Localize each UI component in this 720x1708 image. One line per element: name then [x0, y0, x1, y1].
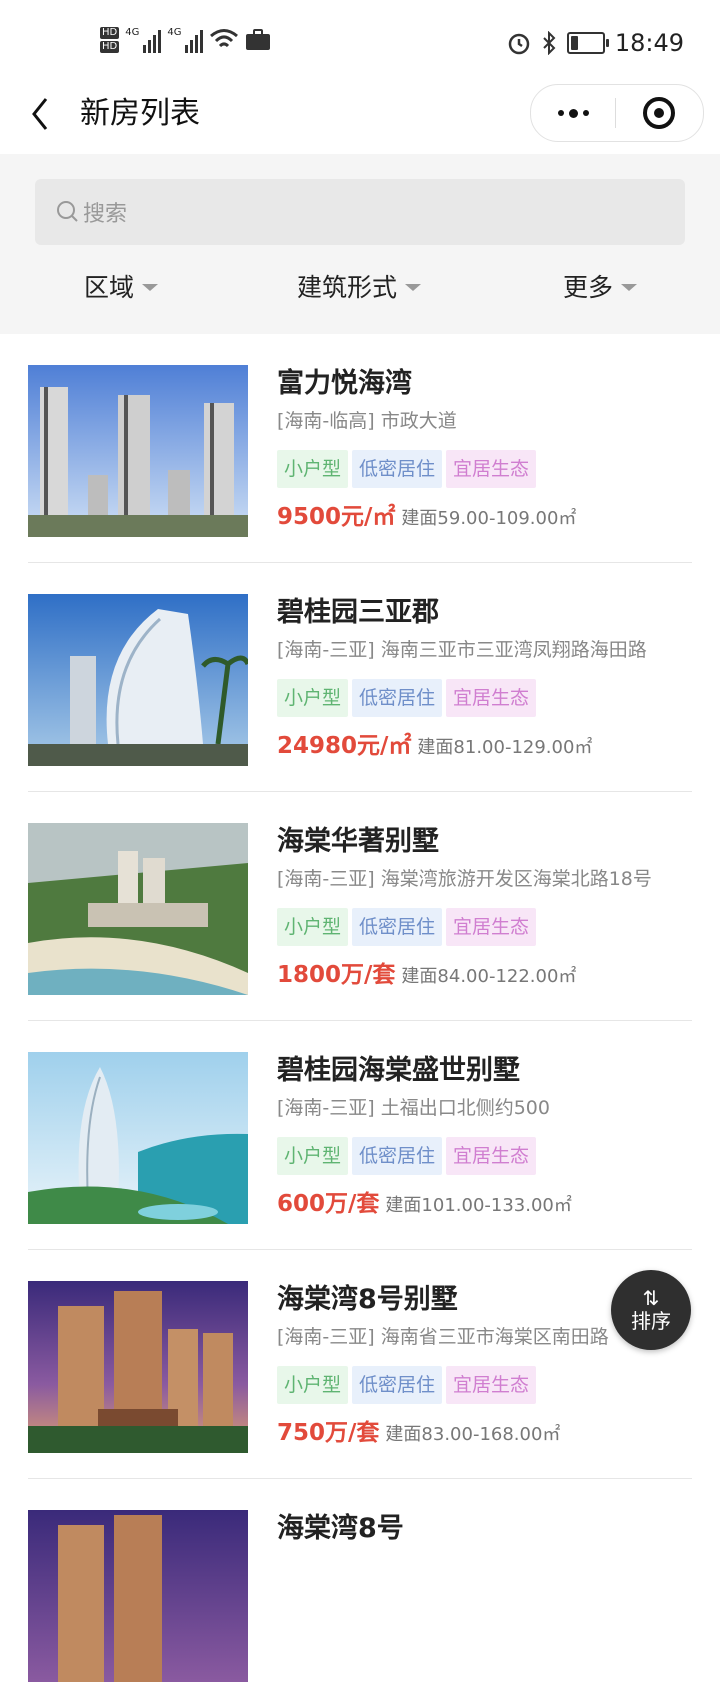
nav-bar: 新房列表 [0, 84, 720, 154]
wifi-icon [210, 29, 239, 48]
listing-price: 9500元/㎡ [277, 504, 396, 530]
mini-program-capsule [530, 84, 704, 142]
filter-label: 建筑形式 [297, 273, 398, 302]
tag-low-density: 低密居住 [352, 908, 443, 946]
listing-price: 24980元/㎡ [277, 733, 412, 759]
tag-small-unit: 小户型 [277, 679, 349, 717]
listing-price: 600万/套 [277, 1191, 380, 1217]
listing-tags: 小户型 低密居住 宜居生态 [277, 450, 537, 488]
tag-eco-living: 宜居生态 [446, 679, 537, 717]
back-chevron-icon [32, 98, 48, 130]
listing-price-row: 24980元/㎡ 建面81.00-129.00㎡ [277, 726, 592, 760]
listing-address: [海南-三亚] 土福出口北侧约500 [277, 1097, 550, 1119]
briefcase-icon [246, 29, 271, 50]
battery-level [570, 36, 578, 50]
listing-name: 海棠华著别墅 [277, 826, 439, 857]
listing-photo [28, 365, 248, 537]
filter-bar: 区域 建筑形式 更多 [0, 264, 720, 308]
tag-small-unit: 小户型 [277, 450, 349, 488]
search-icon [57, 201, 78, 222]
listing-price-row: 600万/套 建面101.00-133.00㎡ [277, 1184, 572, 1218]
tag-low-density: 低密居住 [352, 450, 443, 488]
listing-name: 海棠湾8号 [277, 1513, 404, 1544]
sort-button[interactable]: ⇅ 排序 [611, 1270, 691, 1350]
listing-item[interactable]: 海棠湾8号 [0, 1479, 720, 1708]
listing-photo [28, 1052, 248, 1224]
listing-area: 建面81.00-129.00㎡ [417, 737, 593, 758]
tag-small-unit: 小户型 [277, 1366, 349, 1404]
search-placeholder: 搜索 [83, 202, 128, 227]
listing-name: 海棠湾8号别墅 [277, 1284, 458, 1315]
tag-small-unit: 小户型 [277, 1137, 349, 1175]
listing-item[interactable]: 碧桂园三亚郡 [海南-三亚] 海南三亚市三亚湾凤翔路海田路 小户型 低密居住 宜… [0, 563, 720, 792]
listing-item[interactable]: 富力悦海湾 [海南-临高] 市政大道 小户型 低密居住 宜居生态 9500元/㎡… [0, 334, 720, 563]
listing-price-row: 9500元/㎡ 建面59.00-109.00㎡ [277, 497, 576, 531]
listing-tags: 小户型 低密居住 宜居生态 [277, 908, 537, 946]
listing-price: 750万/套 [277, 1420, 380, 1446]
tag-eco-living: 宜居生态 [446, 450, 537, 488]
listing-tags: 小户型 低密居住 宜居生态 [277, 1137, 537, 1175]
battery-icon [566, 32, 609, 54]
sort-arrows-icon: ⇅ [642, 1286, 660, 1310]
listing-area: 建面101.00-133.00㎡ [385, 1195, 572, 1216]
listing-price-row: 750万/套 建面83.00-168.00㎡ [277, 1413, 560, 1447]
sort-label: 排序 [631, 1309, 671, 1333]
listing-photo [28, 1510, 248, 1682]
tag-eco-living: 宜居生态 [446, 1366, 537, 1404]
tag-low-density: 低密居住 [352, 679, 443, 717]
tag-low-density: 低密居住 [352, 1366, 443, 1404]
clock: 18:49 [614, 29, 684, 57]
signal-icon: 4G [167, 27, 204, 53]
page-title: 新房列表 [80, 96, 200, 131]
filter-label: 区域 [84, 273, 135, 302]
tag-low-density: 低密居住 [352, 1137, 443, 1175]
more-dots-icon [557, 108, 589, 118]
alarm-icon [508, 33, 530, 55]
listing-name: 碧桂园海棠盛世别墅 [277, 1055, 520, 1086]
listing-list: 富力悦海湾 [海南-临高] 市政大道 小户型 低密居住 宜居生态 9500元/㎡… [0, 334, 720, 1708]
listing-name: 富力悦海湾 [277, 368, 412, 399]
listing-price: 1800万/套 [277, 962, 396, 988]
filter-label: 更多 [563, 273, 614, 302]
listing-photo [28, 594, 248, 766]
status-left: HD HD 4G 4G [100, 20, 271, 60]
listing-area: 建面84.00-122.00㎡ [401, 966, 577, 987]
caret-down-icon [142, 283, 159, 291]
listing-item[interactable]: 海棠湾8号别墅 [海南-三亚] 海南省三亚市海棠区南田路 小户型 低密居住 宜居… [0, 1250, 720, 1479]
listing-price-row: 1800万/套 建面84.00-122.00㎡ [277, 955, 576, 989]
filter-more[interactable]: 更多 [563, 264, 638, 308]
listing-photo [28, 1281, 248, 1453]
filter-area: 搜索 区域 建筑形式 更多 [0, 154, 720, 334]
listing-item[interactable]: 碧桂园海棠盛世别墅 [海南-三亚] 土福出口北侧约500 小户型 低密居住 宜居… [0, 1021, 720, 1250]
listing-tags: 小户型 低密居住 宜居生态 [277, 1366, 537, 1404]
tag-eco-living: 宜居生态 [446, 1137, 537, 1175]
close-button[interactable] [616, 85, 702, 141]
listing-item[interactable]: 海棠华著别墅 [海南-三亚] 海棠湾旅游开发区海棠北路18号 小户型 低密居住 … [0, 792, 720, 1021]
listing-photo [28, 823, 248, 995]
listing-address: [海南-三亚] 海南三亚市三亚湾凤翔路海田路 [277, 639, 647, 661]
caret-down-icon [405, 283, 422, 291]
listing-address: [海南-临高] 市政大道 [277, 410, 457, 432]
tag-small-unit: 小户型 [277, 908, 349, 946]
hd-icon: HD HD [100, 27, 120, 53]
status-right: 18:49 [507, 26, 684, 60]
network-label: 4G [167, 27, 182, 38]
more-button[interactable] [531, 85, 615, 141]
filter-region[interactable]: 区域 [84, 264, 159, 308]
caret-down-icon [621, 283, 638, 291]
listing-address: [海南-三亚] 海棠湾旅游开发区海棠北路18号 [277, 868, 652, 890]
filter-building-type[interactable]: 建筑形式 [297, 264, 422, 308]
listing-area: 建面59.00-109.00㎡ [401, 508, 577, 529]
tag-eco-living: 宜居生态 [446, 908, 537, 946]
search-input[interactable]: 搜索 [35, 179, 685, 245]
close-target-icon [643, 97, 675, 129]
listing-area: 建面83.00-168.00㎡ [385, 1424, 561, 1445]
listing-tags: 小户型 低密居住 宜居生态 [277, 679, 537, 717]
bluetooth-icon [543, 31, 556, 55]
network-label: 4G [125, 27, 140, 38]
listing-name: 碧桂园三亚郡 [277, 597, 439, 628]
status-bar: HD HD 4G 4G 18:49 [0, 0, 720, 84]
signal-icon: 4G [125, 27, 162, 53]
back-button[interactable] [28, 94, 68, 134]
